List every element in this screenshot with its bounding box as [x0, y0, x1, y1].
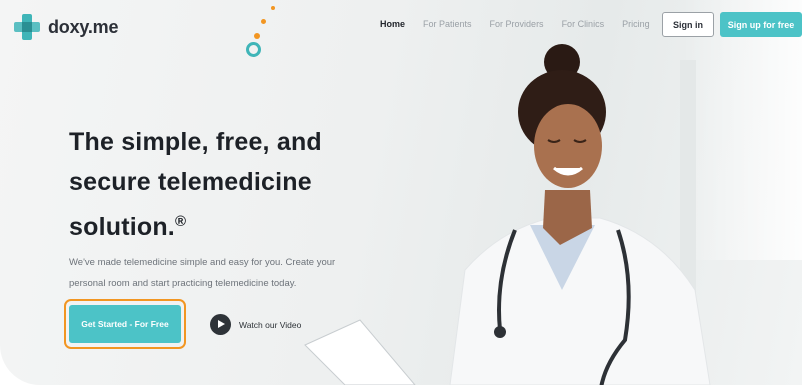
hero-headline: The simple, free, and secure telemedicin…: [69, 122, 359, 247]
watch-video-link[interactable]: Watch our Video: [210, 314, 301, 335]
decor-dot-1: [271, 6, 275, 10]
play-circle-icon[interactable]: [210, 314, 231, 335]
doxy-cross-logo-icon: [14, 14, 40, 40]
nav-pricing[interactable]: Pricing: [622, 19, 650, 29]
sign-in-button[interactable]: Sign in: [662, 12, 714, 37]
doctor-illustration: [304, 44, 711, 385]
decor-dot-3: [254, 33, 260, 39]
decor-dot-2: [261, 19, 266, 24]
nav-for-patients[interactable]: For Patients: [423, 19, 472, 29]
hero-subtext-line-2: personal room and start practicing telem…: [69, 278, 297, 289]
nav-for-clinics[interactable]: For Clinics: [562, 19, 605, 29]
main-nav: Home For Patients For Providers For Clin…: [380, 19, 668, 29]
brand-name: doxy.me: [48, 16, 119, 37]
hero-subtext-line-1: We've made telemedicine simple and easy …: [69, 257, 336, 268]
sign-up-button[interactable]: Sign up for free: [720, 12, 802, 37]
registered-mark: ®: [174, 213, 187, 230]
tablet-device: [304, 319, 416, 385]
nav-home[interactable]: Home: [380, 19, 405, 29]
hero-headline-line-3: solution.: [69, 213, 175, 241]
hero-headline-line-2: secure telemedicine: [69, 168, 312, 196]
nav-for-providers[interactable]: For Providers: [490, 19, 544, 29]
get-started-button[interactable]: Get Started - For Free: [69, 305, 181, 343]
decor-ring: [246, 42, 261, 57]
hero-headline-line-1: The simple, free, and: [69, 128, 322, 156]
brand-logo[interactable]: doxy.me: [14, 14, 118, 40]
watch-video-label: Watch our Video: [239, 319, 302, 330]
hero-subtext: We've made telemedicine simple and easy …: [69, 252, 369, 294]
stethoscope-chest-piece: [494, 326, 506, 338]
